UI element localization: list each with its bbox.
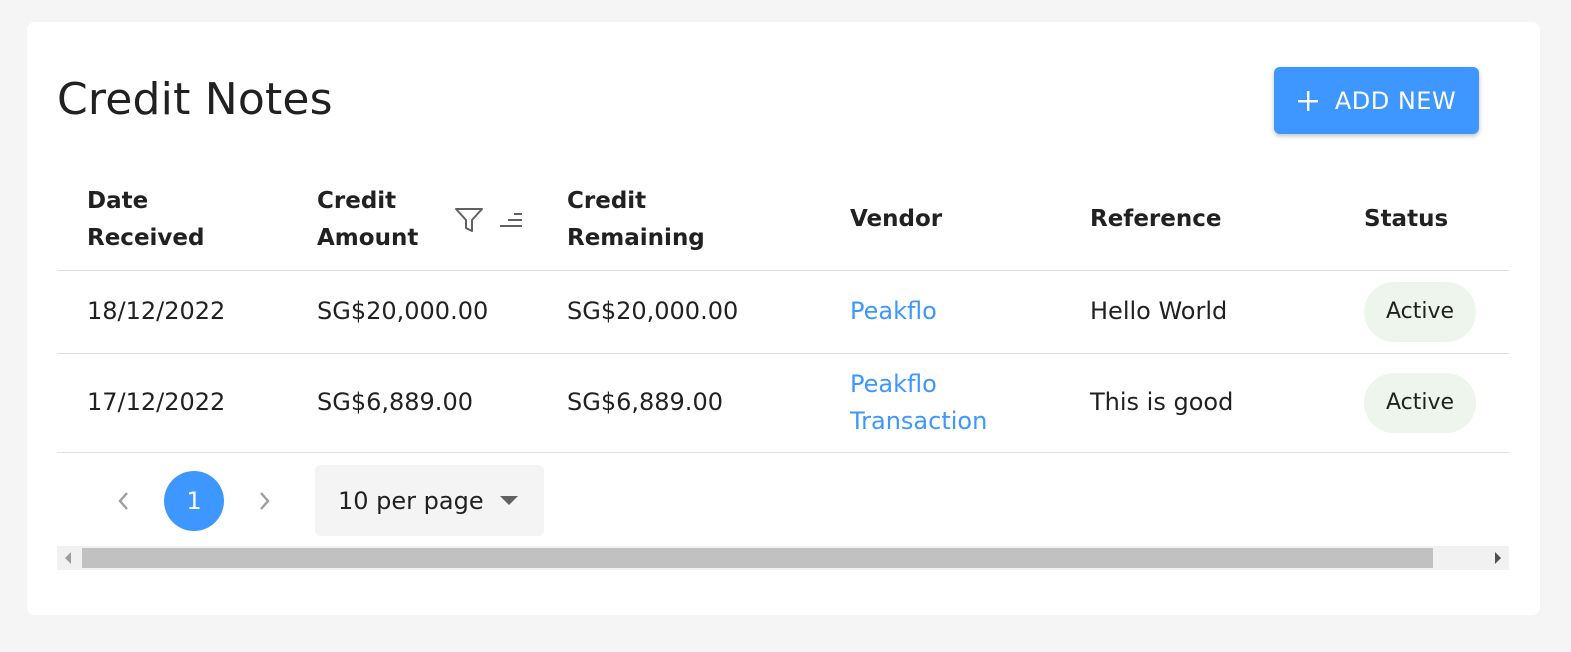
scrollbar-thumb[interactable] bbox=[82, 548, 1433, 568]
status-badge: Active bbox=[1364, 372, 1477, 433]
cell-credit-amount: SG$20,000.00 bbox=[317, 270, 567, 354]
column-header-status[interactable]: Status bbox=[1364, 170, 1509, 271]
column-header-credit-remaining[interactable]: Credit Remaining bbox=[567, 170, 850, 271]
cell-date-received: 17/12/2022 bbox=[57, 353, 317, 453]
horizontal-scrollbar[interactable] bbox=[57, 546, 1509, 570]
column-header-date-received[interactable]: Date Received bbox=[57, 170, 317, 271]
cell-reference: Hello World bbox=[1090, 270, 1364, 354]
cell-credit-remaining: SG$6,889.00 bbox=[567, 353, 850, 453]
vendor-link[interactable]: Peakflo bbox=[850, 297, 937, 325]
cell-date-received: 18/12/2022 bbox=[57, 270, 317, 354]
page-title: Credit Notes bbox=[57, 74, 333, 125]
per-page-select[interactable]: 10 per page bbox=[315, 465, 544, 536]
cell-vendor: Peakflo Transaction bbox=[850, 353, 1090, 453]
column-header-credit-amount[interactable]: Credit Amount bbox=[317, 170, 567, 271]
add-new-label: ADD NEW bbox=[1334, 86, 1457, 115]
chevron-left-icon[interactable] bbox=[113, 487, 133, 515]
scroll-left-arrow-icon[interactable] bbox=[65, 552, 71, 564]
add-new-button[interactable]: ADD NEW bbox=[1274, 67, 1479, 134]
cell-status: Active bbox=[1364, 270, 1509, 354]
caret-down-icon bbox=[499, 496, 518, 505]
per-page-label: 10 per page bbox=[338, 486, 484, 515]
cell-status: Active bbox=[1364, 353, 1509, 453]
cell-credit-remaining: SG$20,000.00 bbox=[567, 270, 850, 354]
cell-reference: This is good bbox=[1090, 353, 1364, 453]
table-row[interactable]: 18/12/2022 SG$20,000.00 SG$20,000.00 Pea… bbox=[57, 270, 1509, 354]
scroll-right-arrow-icon[interactable] bbox=[1495, 552, 1501, 564]
column-header-vendor[interactable]: Vendor bbox=[850, 170, 1090, 271]
filter-icon[interactable] bbox=[454, 206, 484, 234]
pagination: 1 10 per page bbox=[57, 454, 1509, 546]
table-header-row: Date Received Credit Amount Credit Remai… bbox=[57, 170, 1509, 271]
cell-credit-amount: SG$6,889.00 bbox=[317, 353, 567, 453]
status-badge: Active bbox=[1364, 281, 1477, 342]
sort-icon[interactable] bbox=[498, 210, 524, 230]
vendor-link[interactable]: Peakflo Transaction bbox=[850, 366, 1090, 440]
page-button-current[interactable]: 1 bbox=[164, 471, 224, 531]
table-row[interactable]: 17/12/2022 SG$6,889.00 SG$6,889.00 Peakf… bbox=[57, 353, 1509, 453]
chevron-right-icon[interactable] bbox=[255, 487, 275, 515]
plus-icon bbox=[1297, 90, 1318, 111]
credit-notes-table: Date Received Credit Amount Credit Remai… bbox=[57, 170, 1509, 453]
cell-vendor: Peakflo bbox=[850, 270, 1090, 354]
column-header-reference[interactable]: Reference bbox=[1090, 170, 1364, 271]
credit-notes-card: Credit Notes ADD NEW Date Received Credi… bbox=[27, 22, 1540, 615]
